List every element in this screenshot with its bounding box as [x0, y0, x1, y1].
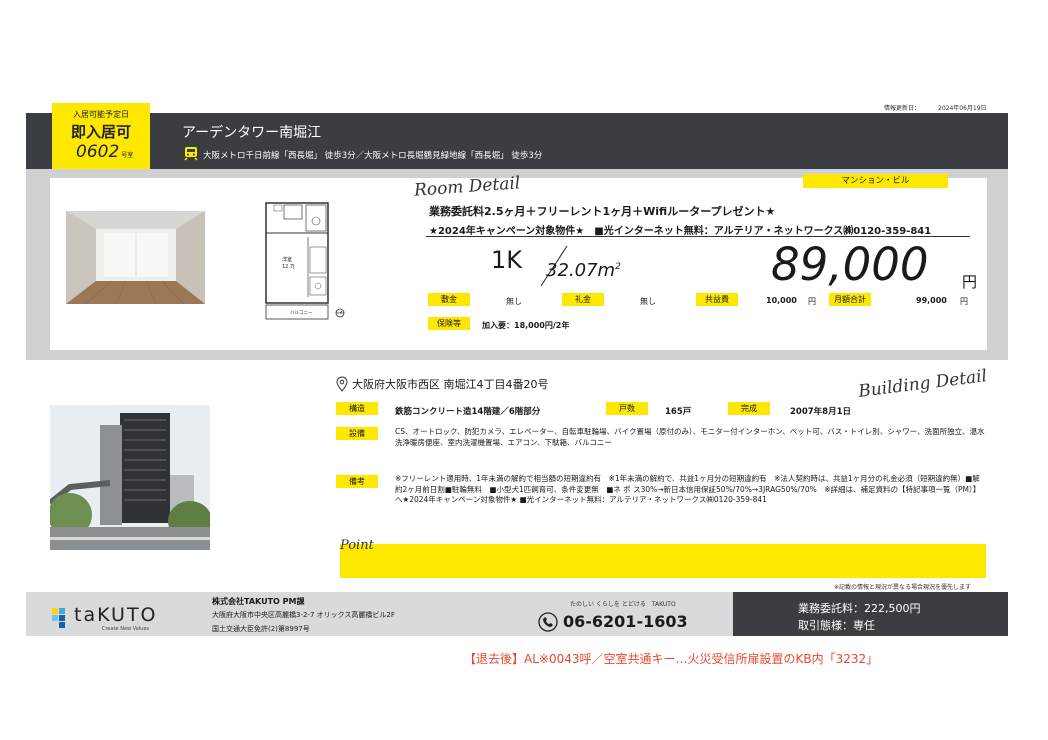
rent-unit: 円 — [962, 273, 978, 291]
update-label: 情報更新日： — [884, 105, 921, 112]
campaign-line-2: ★2024年キャンペーン対象物件★ ■光インターネット無料：アルテリア・ネットワ… — [429, 226, 932, 237]
key-money-label: 礼金 — [562, 293, 604, 306]
common-fee-value: 10,000 — [766, 296, 797, 305]
building-photo — [50, 405, 210, 550]
insurance-label: 保険等 — [428, 317, 470, 330]
transaction-mode: 取引態様：専任 — [798, 619, 875, 632]
availability-status: 即入居可 — [70, 123, 131, 141]
units-label: 戸数 — [606, 402, 648, 415]
update-value: 2024年06月19日 — [938, 105, 987, 112]
train-icon — [184, 147, 198, 161]
monthly-total-value: 99,000 — [916, 296, 947, 305]
property-type: マンション・ビル — [803, 174, 948, 188]
facilities-label: 設備 — [336, 427, 378, 440]
deposit-label: 敷金 — [428, 293, 470, 306]
update-date: 情報更新日： 2024年06月19日 — [884, 103, 987, 112]
room-photo — [66, 211, 205, 304]
floor-area-unit: m — [597, 260, 616, 281]
floorplan-balcony: バルコニー — [290, 310, 313, 316]
logo-text: taKUTO — [74, 604, 158, 626]
brokerage-fee: 業務委託料：222,500円 — [798, 602, 921, 615]
move-out-note: 【退去後】AL※0043呼／空室共通キー…火災受信所扉設置のKB内「3232」 — [464, 652, 879, 666]
units-value: 165戸 — [665, 407, 692, 417]
room-number-value: 0602 — [76, 142, 120, 162]
disclaimer-note: ※記載の情報と現況が異なる場合現況を優先します — [834, 584, 972, 591]
deposit-value: 無し — [506, 297, 522, 306]
common-fee-unit: 円 — [808, 297, 816, 306]
building-detail-title: Building Detail — [857, 366, 989, 402]
floor-area-sup: 2 — [615, 262, 621, 272]
rent-amount: 89,000 — [771, 238, 929, 291]
floorplan-room-size: 12.7J — [282, 264, 295, 270]
monthly-total-label: 月額合計 — [829, 293, 871, 306]
phone-icon — [538, 612, 558, 632]
monthly-total-unit: 円 — [960, 297, 968, 306]
property-name: アーデンタワー南堀江 — [182, 125, 322, 141]
phone-number[interactable]: 06-6201-1603 — [563, 612, 688, 631]
remarks-label: 備考 — [336, 475, 378, 488]
completed-value: 2007年8月1日 — [790, 407, 851, 417]
layout-type: 1K — [491, 246, 523, 274]
room-number: 0602 号室 — [76, 142, 133, 162]
location-pin-icon — [336, 376, 348, 392]
structure-value: 鉄筋コンクリート造14階建／6階部分 — [395, 407, 541, 417]
company-name: 株式会社TAKUTO PM課 — [212, 597, 305, 606]
facilities-value: CS、オートロック、防犯カメラ、エレベーター、自転車駐輪場、バイク置場（原付のみ… — [395, 427, 985, 447]
key-money-value: 無し — [640, 297, 656, 306]
floor-area: 32.07m2 — [546, 260, 621, 281]
room-number-suffix: 号室 — [121, 152, 134, 159]
structure-label: 構造 — [336, 402, 378, 415]
floorplan: 洋室 12.7J バルコニー — [265, 202, 345, 320]
insurance-value: 加入要：18,000円/2年 — [482, 321, 570, 330]
logo-subtext: Create New Values — [102, 626, 150, 632]
point-bar — [340, 544, 986, 578]
remarks-value: ※フリーレント適用時、1年未満の解約で相当額の短期違約有 ※1年未満の解約で、共… — [395, 474, 981, 504]
completed-label: 完成 — [728, 402, 770, 415]
company-logo: taKUTO Create New Values — [52, 604, 176, 634]
company-license: 国土交通大臣免許(2)第8997号 — [212, 625, 310, 633]
campaign-line-1: 業務委託料2.5ヶ月＋フリーレント1ヶ月＋Wifiルータープレゼント★ — [429, 205, 776, 218]
station-access: 大阪メトロ千日前線「西長堀」 徒歩3分／大阪メトロ長堀鶴見緑地線「西長堀」 徒歩… — [203, 151, 543, 161]
building-address: 大阪府大阪市西区 南堀江4丁目4番20号 — [352, 378, 549, 391]
common-fee-label: 共益費 — [696, 293, 738, 306]
point-title: Point — [340, 538, 374, 553]
availability-label: 入居可能予定日 — [73, 110, 129, 119]
floorplan-room-label: 洋室 — [282, 256, 292, 263]
campaign-underline — [426, 236, 970, 237]
floor-area-value: 32.07 — [546, 260, 598, 281]
company-tagline: たのしい くらしを とどける TAKUTO — [570, 601, 676, 608]
company-address: 大阪府大阪市中央区高麗橋3-2-7 オリックス高麗橋ビル2F — [212, 611, 395, 619]
